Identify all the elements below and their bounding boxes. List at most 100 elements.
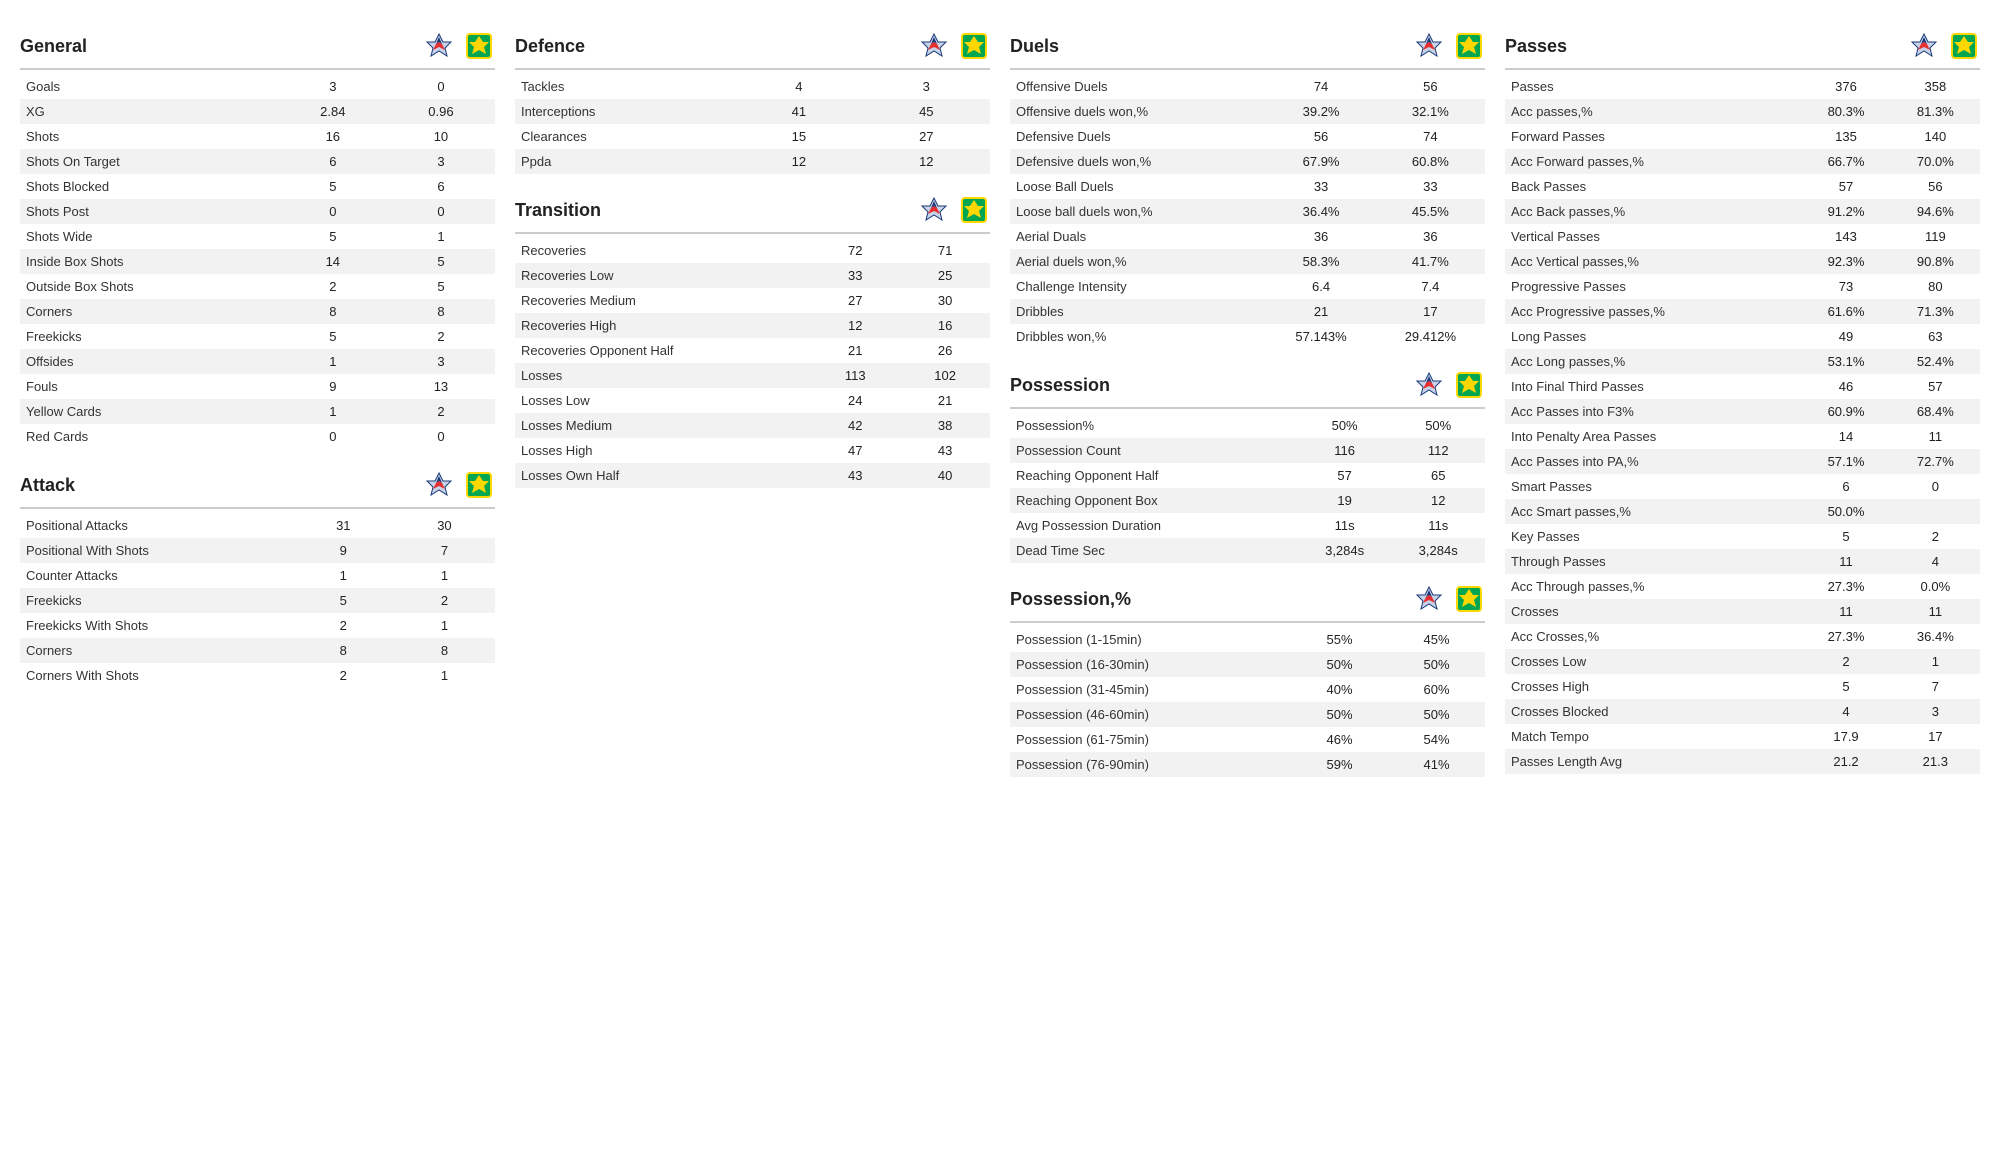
table-row: Acc Passes into F3%60.9%68.4%: [1505, 399, 1980, 424]
row-cp-value: 49: [1801, 324, 1890, 349]
row-label: Acc Smart passes,%: [1505, 499, 1801, 524]
table-row: Corners88: [20, 299, 495, 324]
section-transition: Transition Recoveries7271Recoveri: [515, 194, 990, 488]
row-label: Possession%: [1010, 413, 1298, 438]
row-nor-value: 3: [387, 349, 495, 374]
table-row: Shots Post00: [20, 199, 495, 224]
table-row: Acc Long passes,%53.1%52.4%: [1505, 349, 1980, 374]
column-1: General Goals30XG2.840.96Shots161: [20, 30, 495, 1145]
row-nor-value: 0: [1891, 474, 1980, 499]
row-nor-value: 4: [1891, 549, 1980, 574]
row-nor-value: 21.3: [1891, 749, 1980, 774]
row-cp-value: 36: [1266, 224, 1375, 249]
row-nor-value: 358: [1891, 74, 1980, 99]
column-2: Defence Tackles43Interceptions414: [515, 30, 990, 1145]
row-cp-value: 39.2%: [1266, 99, 1375, 124]
table-row: Acc Forward passes,%66.7%70.0%: [1505, 149, 1980, 174]
row-nor-value: 45.5%: [1376, 199, 1485, 224]
row-label: Inside Box Shots: [20, 249, 279, 274]
nor-logo-duels-svg: [1455, 32, 1483, 60]
row-label: Crosses High: [1505, 674, 1801, 699]
row-nor-value: 17: [1376, 299, 1485, 324]
row-cp-value: 16: [279, 124, 387, 149]
table-row: Interceptions4145: [515, 99, 990, 124]
table-row: Through Passes114: [1505, 549, 1980, 574]
row-label: Recoveries High: [515, 313, 810, 338]
table-row: Acc Crosses,%27.3%36.4%: [1505, 624, 1980, 649]
nor-logo-poss-svg: [1455, 371, 1483, 399]
row-nor-value: 50%: [1391, 413, 1485, 438]
row-label: Smart Passes: [1505, 474, 1801, 499]
row-label: Crosses Blocked: [1505, 699, 1801, 724]
row-nor-value: 30: [394, 513, 495, 538]
row-nor-value: 17: [1891, 724, 1980, 749]
row-label: Acc Forward passes,%: [1505, 149, 1801, 174]
row-label: Positional Attacks: [20, 513, 293, 538]
row-nor-value: 36.4%: [1891, 624, 1980, 649]
cp-logo-attack-svg: [425, 471, 453, 499]
table-row: Recoveries Low3325: [515, 263, 990, 288]
row-label: Offensive duels won,%: [1010, 99, 1266, 124]
cp-logo-possession: [1413, 369, 1445, 401]
cp-logo-posspct-svg: [1415, 585, 1443, 613]
table-row: Losses Own Half4340: [515, 463, 990, 488]
row-nor-value: 57: [1891, 374, 1980, 399]
row-nor-value: 1: [394, 563, 495, 588]
section-defence: Defence Tackles43Interceptions414: [515, 30, 990, 174]
row-nor-value: 33: [1376, 174, 1485, 199]
row-label: Tackles: [515, 74, 735, 99]
page: General Goals30XG2.840.96Shots161: [0, 0, 2000, 1175]
row-label: Corners With Shots: [20, 663, 293, 688]
nor-logo-posspct-svg: [1455, 585, 1483, 613]
row-label: Clearances: [515, 124, 735, 149]
section-general: General Goals30XG2.840.96Shots161: [20, 30, 495, 449]
table-row: Acc Smart passes,%50.0%: [1505, 499, 1980, 524]
table-row: Offensive Duels7456: [1010, 74, 1485, 99]
table-row: Reaching Opponent Half5765: [1010, 463, 1485, 488]
row-cp-value: 50%: [1291, 702, 1388, 727]
row-nor-value: 40: [900, 463, 990, 488]
row-nor-value: 52.4%: [1891, 349, 1980, 374]
row-nor-value: 45: [863, 99, 990, 124]
row-label: Crosses: [1505, 599, 1801, 624]
table-row: XG2.840.96: [20, 99, 495, 124]
attack-header: Attack: [20, 469, 495, 509]
cp-logo-possession-pct: [1413, 583, 1445, 615]
row-cp-value: 0: [279, 199, 387, 224]
cp-logo-passes-svg: [1910, 32, 1938, 60]
table-row: Into Final Third Passes4657: [1505, 374, 1980, 399]
row-label: Recoveries Medium: [515, 288, 810, 313]
row-cp-value: 56: [1266, 124, 1375, 149]
transition-table: Recoveries7271Recoveries Low3325Recoveri…: [515, 238, 990, 488]
row-label: Offensive Duels: [1010, 74, 1266, 99]
table-row: Loose Ball Duels3333: [1010, 174, 1485, 199]
row-nor-value: 41.7%: [1376, 249, 1485, 274]
table-row: Possession (61-75min)46%54%: [1010, 727, 1485, 752]
row-cp-value: 4: [735, 74, 862, 99]
row-label: Ppda: [515, 149, 735, 174]
row-nor-value: 2: [387, 324, 495, 349]
table-row: Ppda1212: [515, 149, 990, 174]
row-cp-value: 8: [293, 638, 394, 663]
row-cp-value: 59%: [1291, 752, 1388, 777]
row-label: Possession (61-75min): [1010, 727, 1291, 752]
row-label: Freekicks With Shots: [20, 613, 293, 638]
row-nor-value: 12: [1391, 488, 1485, 513]
table-row: Losses Low2421: [515, 388, 990, 413]
cp-logo-poss-svg: [1415, 371, 1443, 399]
row-cp-value: 43: [810, 463, 900, 488]
attack-table: Positional Attacks3130Positional With Sh…: [20, 513, 495, 688]
row-label: Losses Medium: [515, 413, 810, 438]
row-cp-value: 11: [1801, 599, 1890, 624]
table-row: Inside Box Shots145: [20, 249, 495, 274]
row-cp-value: 46: [1801, 374, 1890, 399]
table-row: Crosses Low21: [1505, 649, 1980, 674]
row-cp-value: 5: [1801, 524, 1890, 549]
table-row: Dead Time Sec3,284s3,284s: [1010, 538, 1485, 563]
row-nor-value: 11: [1891, 599, 1980, 624]
row-label: Losses: [515, 363, 810, 388]
row-cp-value: 53.1%: [1801, 349, 1890, 374]
cp-logo-svg: [425, 32, 453, 60]
row-nor-value: 119: [1891, 224, 1980, 249]
row-cp-value: 2: [1801, 649, 1890, 674]
